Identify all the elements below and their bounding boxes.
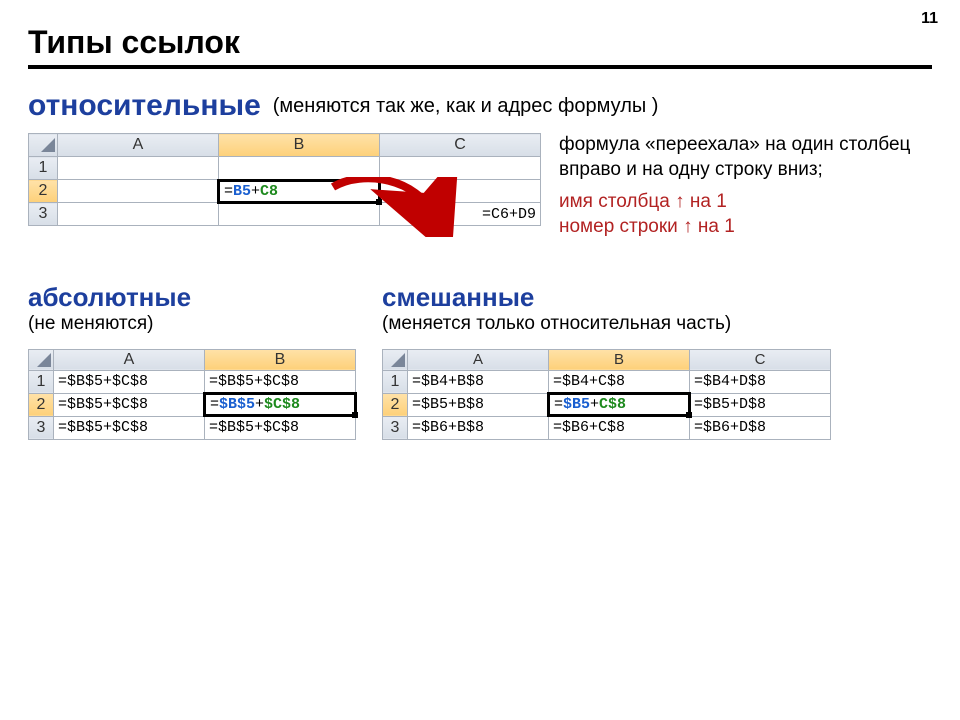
abs-ref-a: $B$5	[219, 396, 255, 413]
mix-col-b: B	[549, 349, 690, 370]
cell-c2	[380, 180, 541, 203]
mix-c1: =$B4+D$8	[690, 370, 831, 393]
cell-c1	[380, 157, 541, 180]
formula-ref-a: B5	[233, 183, 251, 200]
abs-b1: =$B$5+$C$8	[205, 370, 356, 393]
page-title: Типы ссылок	[28, 24, 932, 61]
abs-ref-b: $C$8	[264, 396, 300, 413]
mixed-term: смешанные	[382, 282, 831, 313]
mix-row-1: 1	[383, 370, 408, 393]
absolute-paren: (не меняются)	[28, 313, 356, 335]
mix-a3: =$B6+B$8	[408, 416, 549, 439]
col-header-a: A	[58, 134, 219, 157]
mix-plus: +	[590, 396, 599, 413]
mix-row-2: 2	[383, 393, 408, 416]
relative-note: формула «переехала» на один столбец впра…	[559, 133, 919, 240]
absolute-block: абсолютные (не меняются) A B 1 =$B$5+$C$…	[28, 282, 356, 440]
formula-ref-b: C8	[260, 183, 278, 200]
absolute-term: абсолютные	[28, 282, 356, 313]
abs-a3: =$B$5+$C$8	[54, 416, 205, 439]
mix-a1: =$B4+B$8	[408, 370, 549, 393]
mixed-heading: смешанные (меняется только относительная…	[382, 282, 831, 335]
formula-plus: +	[251, 183, 260, 200]
mix-a2: =$B5+B$8	[408, 393, 549, 416]
page-number: 11	[921, 10, 938, 28]
relative-term: относительные	[28, 89, 261, 123]
abs-row-1: 1	[29, 370, 54, 393]
relative-spreadsheet: A B C 1 2 =B5+C8	[28, 133, 541, 226]
abs-b2-selected: =$B$5+$C$8	[205, 393, 356, 416]
cell-a2	[58, 180, 219, 203]
relative-row: A B C 1 2 =B5+C8	[28, 133, 932, 240]
absolute-heading: абсолютные (не меняются)	[28, 282, 356, 335]
mix-col-c: C	[690, 349, 831, 370]
mix-ref-b: C$8	[599, 396, 626, 413]
cell-b1	[219, 157, 380, 180]
abs-a1: =$B$5+$C$8	[54, 370, 205, 393]
mixed-block: смешанные (меняется только относительная…	[382, 282, 831, 440]
formula-eq: =	[224, 183, 233, 200]
title-rule	[28, 65, 932, 69]
cell-a1	[58, 157, 219, 180]
abs-corner	[29, 349, 54, 370]
bottom-row: абсолютные (не меняются) A B 1 =$B$5+$C$…	[28, 282, 932, 440]
abs-a2: =$B$5+$C$8	[54, 393, 205, 416]
abs-plus: +	[255, 396, 264, 413]
mix-eq: =	[554, 396, 563, 413]
relative-note-text: формула «переехала» на один столбец впра…	[559, 133, 919, 182]
relative-heading: относительные (меняются так же, как и ад…	[28, 89, 932, 123]
abs-col-b: B	[205, 349, 356, 370]
slide: 11 Типы ссылок относительные (меняются т…	[0, 0, 960, 720]
cell-c3: =C6+D9	[380, 203, 541, 226]
absolute-spreadsheet: A B 1 =$B$5+$C$8 =$B$5+$C$8 2 =$B$5+$C$8…	[28, 349, 356, 440]
mix-col-a: A	[408, 349, 549, 370]
row-header-1: 1	[29, 157, 58, 180]
mix-b1: =$B4+C$8	[549, 370, 690, 393]
mix-corner	[383, 349, 408, 370]
cell-a3	[58, 203, 219, 226]
abs-row-3: 3	[29, 416, 54, 439]
cell-b3	[219, 203, 380, 226]
col-header-c: C	[380, 134, 541, 157]
abs-b3: =$B$5+$C$8	[205, 416, 356, 439]
abs-eq: =	[210, 396, 219, 413]
row-header-2: 2	[29, 180, 58, 203]
relative-paren: (меняются так же, как и адрес формулы )	[273, 95, 659, 118]
row-header-3: 3	[29, 203, 58, 226]
mix-ref-a: $B5	[563, 396, 590, 413]
abs-col-a: A	[54, 349, 205, 370]
mix-b2-selected: =$B5+C$8	[549, 393, 690, 416]
mix-b3: =$B6+C$8	[549, 416, 690, 439]
abs-row-2: 2	[29, 393, 54, 416]
mix-row-3: 3	[383, 416, 408, 439]
col-header-b: B	[219, 134, 380, 157]
mix-c3: =$B6+D$8	[690, 416, 831, 439]
relative-note-red: имя столбца ↑ на 1 номер строки ↑ на 1	[559, 190, 919, 239]
cell-b2-selected: =B5+C8	[219, 180, 380, 203]
mix-c2: =$B5+D$8	[690, 393, 831, 416]
mixed-paren: (меняется только относительная часть)	[382, 313, 831, 335]
corner-cell	[29, 134, 58, 157]
mixed-spreadsheet: A B C 1 =$B4+B$8 =$B4+C$8 =$B4+D$8 2 =$B…	[382, 349, 831, 440]
relative-sheet-wrap: A B C 1 2 =B5+C8	[28, 133, 541, 226]
